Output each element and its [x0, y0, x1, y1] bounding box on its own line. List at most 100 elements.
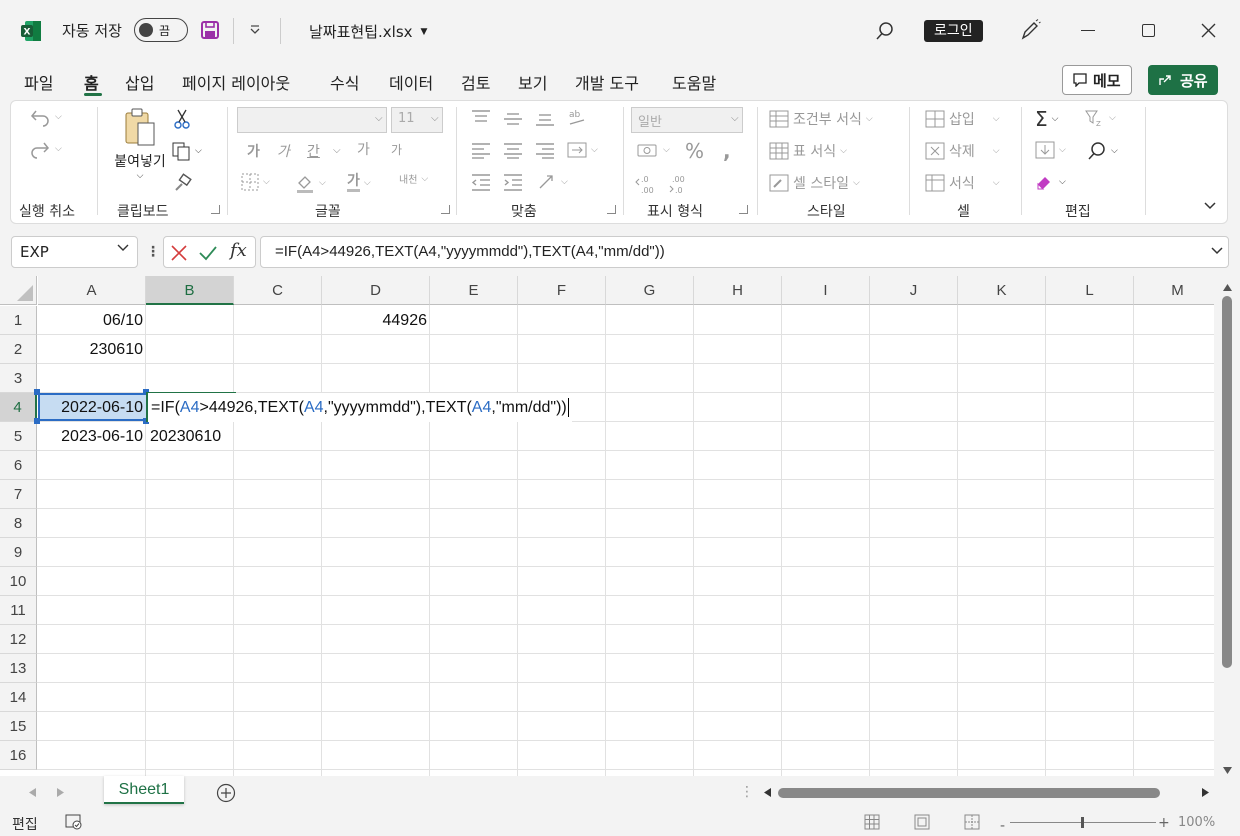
maximize-icon[interactable] — [1142, 24, 1155, 37]
row-header[interactable]: 10 — [0, 567, 37, 596]
memo-button[interactable]: 메모 — [1062, 65, 1132, 95]
tab-formulas[interactable]: 수식 — [330, 70, 359, 94]
tab-developer[interactable]: 개발 도구 — [575, 70, 639, 94]
row-header[interactable]: 14 — [0, 683, 37, 712]
tab-split-handle-icon[interactable]: ⋮ — [740, 784, 754, 800]
paste-button[interactable]: 붙여넣기 ⌵ — [113, 107, 167, 181]
tab-data[interactable]: 데이터 — [389, 70, 433, 94]
column-header[interactable]: L — [1046, 276, 1134, 305]
decrease-font-button[interactable]: 가 — [391, 141, 402, 158]
tab-view[interactable]: 보기 — [518, 70, 547, 94]
row-header[interactable]: 6 — [0, 451, 37, 480]
decrease-decimal-icon[interactable]: .00.0 — [669, 173, 693, 195]
cell-a5[interactable]: 2023-06-10 — [38, 422, 146, 451]
accessibility-icon[interactable] — [65, 814, 83, 830]
align-bottom-icon[interactable] — [535, 109, 555, 127]
cell-a2[interactable]: 230610 — [38, 335, 146, 364]
autosave-toggle[interactable]: 끔 — [134, 18, 188, 42]
zoom-out-icon[interactable]: - — [1000, 818, 1005, 834]
page-break-view-icon[interactable] — [964, 814, 980, 830]
find-select-button[interactable]: ⌵ — [1087, 141, 1118, 161]
enter-check-icon[interactable] — [198, 244, 218, 262]
font-launcher-icon[interactable] — [441, 205, 450, 214]
add-sheet-icon[interactable] — [216, 783, 236, 803]
filename-button[interactable]: 날짜표현팁.xlsx ▼ — [309, 21, 427, 42]
cell-b5[interactable]: 20230610 — [147, 422, 235, 451]
row-header[interactable]: 2 — [0, 335, 37, 364]
font-name-dropdown[interactable] — [237, 107, 387, 133]
zoom-in-icon[interactable]: + — [1158, 815, 1170, 831]
close-icon[interactable] — [1201, 23, 1216, 38]
vertical-scrollbar[interactable] — [1214, 276, 1240, 776]
phonetic-button[interactable]: 내천 ⌵ — [399, 171, 428, 187]
conditional-formatting-button[interactable]: 조건부 서식 ⌵ — [769, 109, 873, 129]
redo-button[interactable]: ⌵ — [29, 139, 62, 159]
prev-sheet-icon[interactable] — [29, 788, 36, 797]
autosum-button[interactable]: Σ ⌵ — [1035, 107, 1058, 131]
column-header[interactable]: I — [782, 276, 870, 305]
font-color-button[interactable]: 가 ⌵ — [347, 173, 371, 192]
decrease-indent-icon[interactable] — [471, 173, 491, 191]
login-button[interactable]: 로그인 — [924, 20, 983, 42]
column-header[interactable]: H — [694, 276, 782, 305]
comma-style-button[interactable]: , — [723, 139, 731, 163]
vertical-scroll-thumb[interactable] — [1222, 296, 1232, 668]
worksheet-grid[interactable]: ABCDEFGHIJKLM 1 2 3 4 5 6 7 8 9 10 11 12 13 14 15 16 06… — [0, 276, 1240, 776]
increase-font-button[interactable]: 가 — [357, 139, 370, 159]
clear-button[interactable]: ⌵ — [1035, 173, 1066, 191]
row-header[interactable]: 12 — [0, 625, 37, 654]
percent-style-button[interactable]: % — [685, 139, 704, 163]
cell-b4-editor[interactable]: =IF(A4>44926,TEXT(A4,"yyyymmdd"),TEXT(A4… — [148, 393, 572, 422]
format-painter-icon[interactable] — [173, 173, 193, 193]
bold-button[interactable]: 가 — [247, 141, 260, 161]
alignment-launcher-icon[interactable] — [607, 205, 616, 214]
horizontal-scroll-thumb[interactable] — [778, 788, 1160, 798]
align-left-icon[interactable] — [471, 141, 491, 159]
undo-button[interactable]: ⌵ — [29, 107, 62, 127]
increase-decimal-icon[interactable]: .0.00 — [635, 173, 659, 195]
formula-input[interactable]: =IF(A4>44926,TEXT(A4,"yyyymmdd"),TEXT(A4… — [260, 236, 1229, 268]
sort-filter-button[interactable]: Z ⌵ — [1085, 109, 1116, 127]
format-as-table-button[interactable]: 표 서식 ⌵ — [769, 141, 847, 161]
scroll-down-icon[interactable] — [1223, 767, 1232, 774]
tab-home[interactable]: 홈 — [84, 70, 99, 94]
column-header[interactable]: E — [430, 276, 518, 305]
align-right-icon[interactable] — [535, 141, 555, 159]
expand-formula-bar-icon[interactable] — [1210, 246, 1224, 256]
tab-file[interactable]: 파일 — [24, 70, 53, 94]
format-cells-button[interactable]: 서식 ⌵ — [925, 173, 1000, 193]
merge-button[interactable]: ⌵ — [567, 141, 598, 159]
column-header[interactable]: C — [234, 276, 322, 305]
scroll-up-icon[interactable] — [1223, 284, 1232, 291]
row-header[interactable]: 15 — [0, 712, 37, 741]
select-all-corner[interactable] — [0, 276, 37, 305]
zoom-slider-thumb[interactable] — [1081, 817, 1084, 828]
row-header[interactable]: 13 — [0, 654, 37, 683]
name-box[interactable]: EXP — [11, 236, 138, 268]
insert-cells-button[interactable]: 삽입 ⌵ — [925, 109, 1000, 129]
column-header[interactable]: M — [1134, 276, 1222, 305]
search-icon[interactable] — [875, 21, 895, 41]
column-header[interactable]: A — [38, 276, 146, 305]
column-header[interactable]: F — [518, 276, 606, 305]
next-sheet-icon[interactable] — [57, 788, 64, 797]
increase-indent-icon[interactable] — [503, 173, 523, 191]
tab-insert[interactable]: 삽입 — [125, 70, 154, 94]
scroll-right-icon[interactable] — [1202, 788, 1209, 797]
row-header[interactable]: 16 — [0, 741, 37, 770]
page-layout-view-icon[interactable] — [914, 814, 930, 830]
row-header[interactable]: 1 — [0, 306, 37, 335]
italic-button[interactable]: 가 — [277, 141, 290, 161]
row-header[interactable]: 8 — [0, 509, 37, 538]
cut-icon[interactable] — [173, 109, 191, 129]
row-header[interactable]: 9 — [0, 538, 37, 567]
normal-view-icon[interactable] — [864, 814, 880, 830]
tab-help[interactable]: 도움말 — [672, 70, 716, 94]
quick-access-dropdown-icon[interactable] — [249, 24, 261, 36]
sheet-tab-sheet1[interactable]: Sheet1 — [104, 776, 184, 804]
cell-styles-button[interactable]: 셀 스타일 ⌵ — [769, 173, 860, 193]
designer-pen-icon[interactable] — [1019, 19, 1041, 41]
cell-a4[interactable]: 2022-06-10 — [38, 393, 146, 422]
more-options-icon[interactable]: ⋮ — [146, 244, 160, 260]
number-format-dropdown[interactable]: 일반 — [631, 107, 743, 133]
